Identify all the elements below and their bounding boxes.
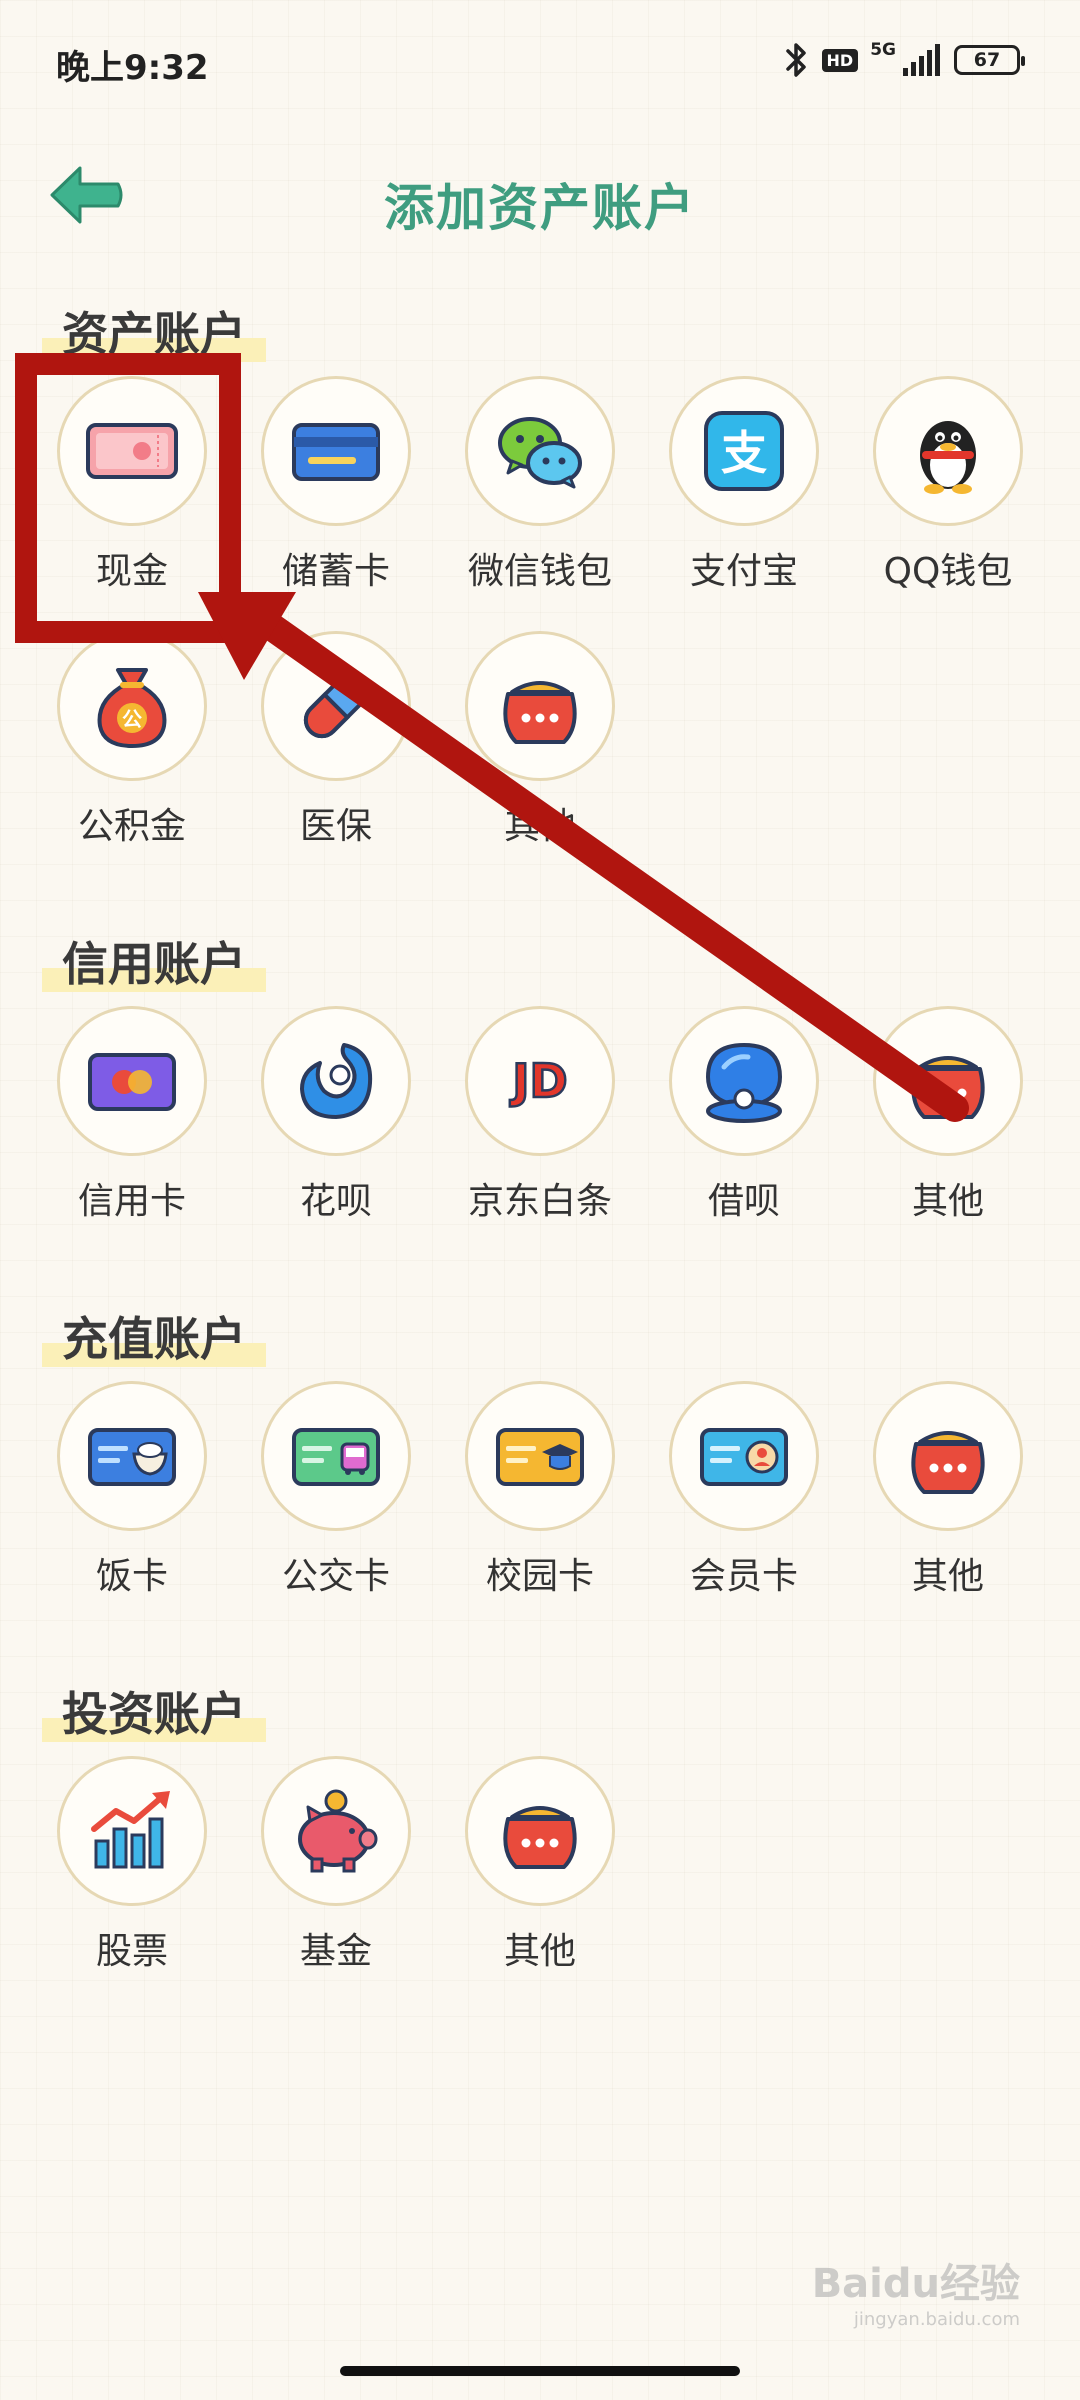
account-item-housing-fund[interactable]: 公 公积金 [30, 631, 234, 861]
account-item-other[interactable]: 其他 [438, 1756, 642, 1986]
account-label: 其他 [503, 806, 576, 847]
pill-icon [303, 673, 369, 739]
svg-text:JD: JD [509, 1054, 567, 1108]
battery-indicator: 67 [954, 45, 1025, 75]
account-label: 支付宝 [689, 551, 798, 592]
account-label: 其他 [911, 1556, 984, 1597]
account-label: 公交卡 [281, 1556, 390, 1597]
account-item-other[interactable]: 其他 [846, 1381, 1050, 1611]
account-item-other[interactable]: 其他 [438, 631, 642, 861]
account-item-debit-card[interactable]: 储蓄卡 [234, 376, 438, 606]
jd-icon: JD [508, 1053, 569, 1110]
account-label: 会员卡 [689, 1556, 798, 1597]
account-item-huabei[interactable]: 花呗 [234, 1006, 438, 1236]
section-title: 信用账户 [42, 928, 266, 994]
money-bag-icon: 公 [97, 668, 167, 749]
account-label: 借呗 [707, 1181, 780, 1222]
huabei-icon [300, 1043, 373, 1119]
bluetooth-icon [785, 43, 806, 77]
account-item-alipay[interactable]: 支 支付宝 [642, 376, 846, 606]
qq-penguin-icon [920, 421, 976, 494]
account-item-campus-card[interactable]: 校园卡 [438, 1381, 642, 1611]
bus-card-icon [292, 1428, 380, 1486]
account-item-medical-insurance[interactable]: 医保 [234, 631, 438, 861]
account-item-fund[interactable]: 基金 [234, 1756, 438, 1986]
account-item-meal-card[interactable]: 饭卡 [30, 1381, 234, 1611]
page-title: 添加资产账户 [384, 179, 696, 237]
status-time: 晚上9:32 [56, 48, 209, 88]
account-label: QQ钱包 [883, 551, 1013, 592]
watermark-url: jingyan.baidu.com [853, 2309, 1020, 2330]
account-label: 公积金 [77, 806, 186, 847]
status-icons: HD 5G 67 [784, 40, 1025, 80]
credit-card-icon [88, 1053, 176, 1111]
campus-card-icon [496, 1428, 584, 1486]
section-title: 资产账户 [42, 298, 266, 364]
hd-badge: HD [821, 48, 859, 72]
account-label: 饭卡 [95, 1556, 168, 1597]
section-title: 投资账户 [42, 1678, 266, 1744]
cash-icon [86, 423, 178, 479]
account-item-wechat[interactable]: 微信钱包 [438, 376, 642, 606]
account-label: 现金 [95, 551, 168, 592]
svg-text:支: 支 [721, 426, 767, 480]
header: 添加资产账户 [0, 140, 1080, 260]
account-label: 京东白条 [467, 1181, 612, 1222]
account-label: 其他 [911, 1181, 984, 1222]
purse-icon [911, 1056, 985, 1119]
account-label: 信用卡 [77, 1181, 186, 1222]
account-label: 花呗 [299, 1181, 372, 1222]
account-label: 其他 [503, 1931, 576, 1972]
member-card-icon [700, 1428, 788, 1486]
account-item-cash[interactable]: 现金 [30, 376, 234, 606]
account-item-jd-baitiao[interactable]: JD 京东白条 [438, 1006, 642, 1236]
purse-icon [503, 1806, 577, 1869]
account-item-stock[interactable]: 股票 [30, 1756, 234, 1986]
svg-text:公: 公 [122, 707, 142, 731]
section-title: 充值账户 [42, 1303, 266, 1369]
watermark-brand: Baidu经验 [811, 2261, 1020, 2307]
account-label: 股票 [95, 1931, 168, 1972]
account-item-qq-wallet[interactable]: QQ钱包 [846, 376, 1050, 606]
home-indicator[interactable] [340, 2366, 740, 2376]
account-item-jiebei[interactable]: 借呗 [642, 1006, 846, 1236]
network-type: 5G [870, 40, 896, 60]
debit-card-icon [292, 423, 380, 481]
battery-level: 67 [973, 49, 1001, 71]
account-label: 医保 [299, 806, 372, 847]
account-item-member-card[interactable]: 会员卡 [642, 1381, 846, 1611]
account-label: 基金 [299, 1931, 372, 1972]
signal-icon [903, 44, 940, 76]
purse-icon [503, 681, 577, 744]
account-label: 微信钱包 [467, 551, 612, 592]
account-label: 校园卡 [485, 1556, 594, 1597]
meal-card-icon [88, 1428, 176, 1486]
stock-chart-icon [91, 1791, 170, 1869]
wechat-icon [498, 417, 582, 489]
account-item-bus-card[interactable]: 公交卡 [234, 1381, 438, 1611]
account-item-other[interactable]: 其他 [846, 1006, 1050, 1236]
watermark: Baidu经验 jingyan.baidu.com [812, 2251, 1020, 2330]
jiebei-icon [705, 1042, 783, 1123]
piggy-bank-icon [298, 1789, 378, 1873]
status-bar: 晚上9:32 HD 5G 67 [0, 0, 1080, 120]
account-label: 储蓄卡 [281, 551, 390, 592]
purse-icon [911, 1431, 985, 1494]
alipay-icon: 支 [704, 411, 784, 491]
account-item-credit-card[interactable]: 信用卡 [30, 1006, 234, 1236]
